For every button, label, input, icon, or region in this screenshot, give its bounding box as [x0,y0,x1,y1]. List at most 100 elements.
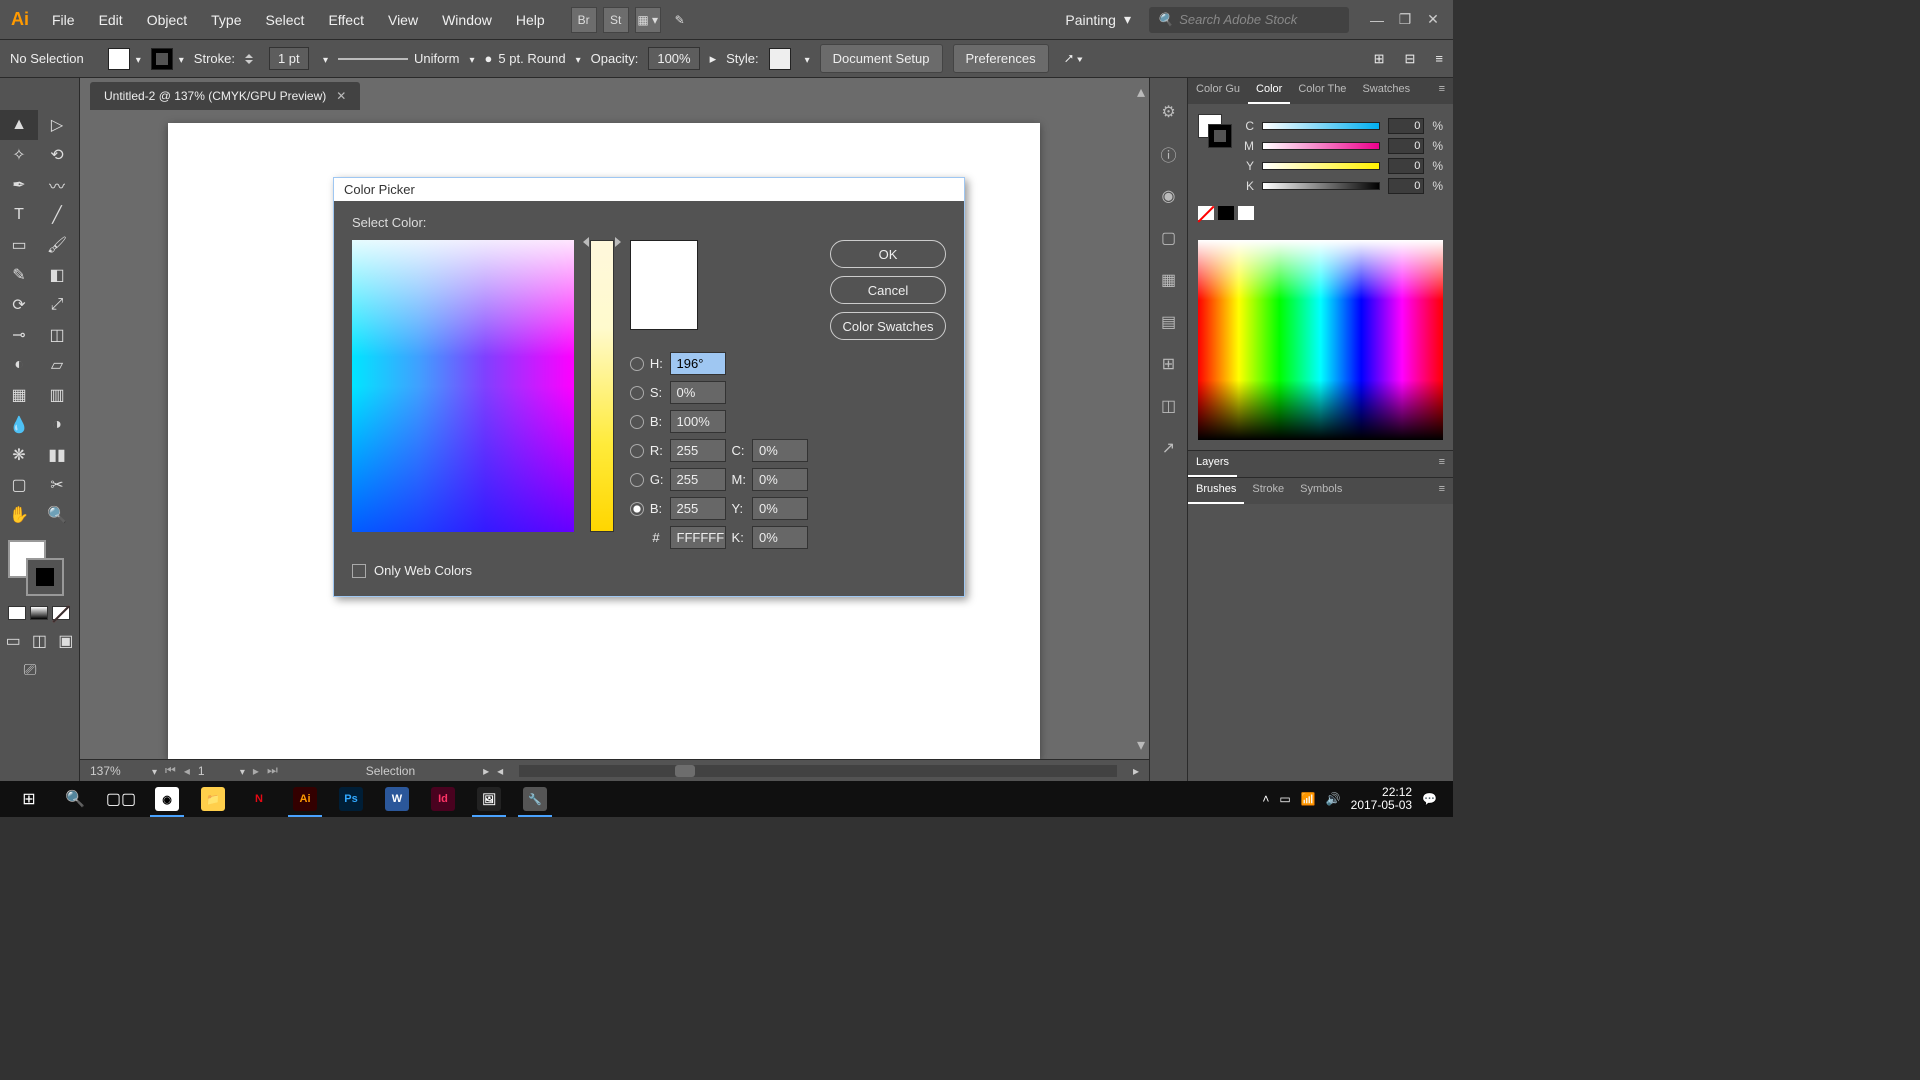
m-slider[interactable] [1262,142,1380,150]
artboard-chevron-icon[interactable] [236,764,245,778]
draw-behind-icon[interactable]: ◫ [26,626,52,656]
tab-layers[interactable]: Layers [1188,451,1237,477]
menu-help[interactable]: Help [504,0,557,40]
last-artboard-icon[interactable]: ⏭ [267,763,278,778]
spectrum-picker[interactable] [1198,240,1443,440]
artboards-icon[interactable]: ▢ [1157,226,1181,250]
ok-button[interactable]: OK [830,240,946,268]
align-icon[interactable]: ▤ [1157,310,1181,334]
y-slider[interactable] [1262,162,1380,170]
symbol-sprayer-tool[interactable]: ❋ [0,440,38,470]
layers-menu-icon[interactable]: ≡ [1431,451,1453,477]
info-icon[interactable]: ⓘ [1157,142,1181,166]
tray-expand-icon[interactable]: ˄ [1262,792,1269,806]
perspective-tool[interactable]: ▱ [38,350,76,380]
c-input[interactable] [1388,118,1424,134]
photoshop-app[interactable]: Ps [328,781,374,817]
prev-artboard-icon[interactable]: ◂ [184,764,190,778]
black-swatch[interactable] [1218,206,1234,220]
hand-tool[interactable]: ✋ [0,500,38,530]
menu-view[interactable]: View [376,0,430,40]
none-swatch[interactable] [1198,206,1214,220]
menu-select[interactable]: Select [254,0,317,40]
menu-object[interactable]: Object [135,0,199,40]
stroke-stepper[interactable] [245,48,259,70]
b-radio[interactable] [630,415,644,429]
gradient-tool[interactable]: ▥ [38,380,76,410]
m-input-dlg[interactable]: 0% [752,468,808,491]
unknown-app[interactable]: 🔧 [512,781,558,817]
restore-icon[interactable]: ❐ [1397,12,1413,28]
tab-color-guide[interactable]: Color Gu [1188,78,1248,104]
s-radio[interactable] [630,386,644,400]
free-transform-tool[interactable]: ◫ [38,320,76,350]
screen-mode-icon[interactable]: ⎚ [0,656,60,686]
bb-input[interactable]: 255 [670,497,726,520]
rectangle-tool[interactable]: ▭ [0,230,38,260]
tab-color[interactable]: Color [1248,78,1290,104]
document-setup-button[interactable]: Document Setup [820,44,943,73]
opacity-more-icon[interactable]: ▸ [710,51,717,67]
menu-edit[interactable]: Edit [87,0,135,40]
g-input[interactable]: 255 [670,468,726,491]
zoom-tool[interactable]: 🔍 [38,500,76,530]
lasso-tool[interactable]: ⟲ [38,140,76,170]
word-app[interactable]: W [374,781,420,817]
h-radio[interactable] [630,357,644,371]
g-radio[interactable] [630,473,644,487]
wheel-icon[interactable]: ⚙ [1157,100,1181,124]
curvature-tool[interactable]: 〰 [38,170,76,200]
start-button[interactable]: ⊞ [6,781,52,817]
workspace-switcher[interactable]: Painting▾ [1055,7,1141,32]
align-to-icon[interactable]: ⭧ ▾ [1065,51,1083,67]
opacity-input[interactable]: 100% [648,47,699,70]
stroke-chevron-icon[interactable] [175,51,184,66]
m-input[interactable] [1388,138,1424,154]
pen-tool[interactable]: ✒ [0,170,38,200]
transparency-icon[interactable]: ▦ [1157,268,1181,292]
saturation-box[interactable] [352,240,574,532]
style-swatch[interactable] [769,48,791,70]
draw-inside-icon[interactable]: ▣ [53,626,79,656]
y-input-dlg[interactable]: 0% [752,497,808,520]
color-swatches-button[interactable]: Color Swatches [830,312,946,340]
artboard-tool[interactable]: ▢ [0,470,38,500]
scroll-down-icon[interactable]: ▾ [1137,735,1145,755]
rotate-tool[interactable]: ⟳ [0,290,38,320]
search-taskbar-icon[interactable]: 🔍 [52,781,98,817]
c-slider[interactable] [1262,122,1380,130]
slice-tool[interactable]: ✂ [38,470,76,500]
battery-icon[interactable]: ▭ [1279,792,1290,806]
width-tool[interactable]: ⊸ [0,320,38,350]
eyedropper-tool[interactable]: 💧 [0,410,38,440]
status-back-icon[interactable]: ◂ [497,764,503,778]
zoom-chevron-icon[interactable] [148,764,157,778]
close-tab-icon[interactable]: ✕ [336,89,346,103]
status-play-icon[interactable]: ▸ [483,764,489,778]
pencil-tool[interactable]: ✎ [0,260,38,290]
mesh-tool[interactable]: ▦ [0,380,38,410]
white-swatch[interactable] [1238,206,1254,220]
k-slider[interactable] [1262,182,1380,190]
tab-symbols[interactable]: Symbols [1292,478,1350,504]
eraser-tool[interactable]: ◧ [38,260,76,290]
fill-stroke-control[interactable] [8,540,68,600]
document-tab[interactable]: Untitled-2 @ 137% (CMYK/GPU Preview) ✕ [90,82,360,110]
style-chevron-icon[interactable] [801,51,810,66]
stroke-swatch[interactable] [151,48,173,70]
gpu-icon[interactable]: ✎ [667,7,693,33]
minimize-icon[interactable]: — [1369,12,1385,28]
taskview-icon[interactable]: ▢▢ [98,781,144,817]
y-input[interactable] [1388,158,1424,174]
scroll-up-icon[interactable]: ▴ [1137,82,1145,102]
color-mode-swatches[interactable] [8,606,79,620]
h-input[interactable]: 196° [670,352,726,375]
close-icon[interactable]: ✕ [1425,12,1441,28]
menu-type[interactable]: Type [199,0,253,40]
tab-swatches[interactable]: Swatches [1354,78,1418,104]
next-artboard-icon[interactable]: ▸ [253,764,259,778]
options-menu-icon[interactable]: ≡ [1435,51,1443,66]
tab-color-themes[interactable]: Color The [1290,78,1354,104]
menu-window[interactable]: Window [430,0,504,40]
wifi-icon[interactable]: 📶 [1301,792,1316,806]
